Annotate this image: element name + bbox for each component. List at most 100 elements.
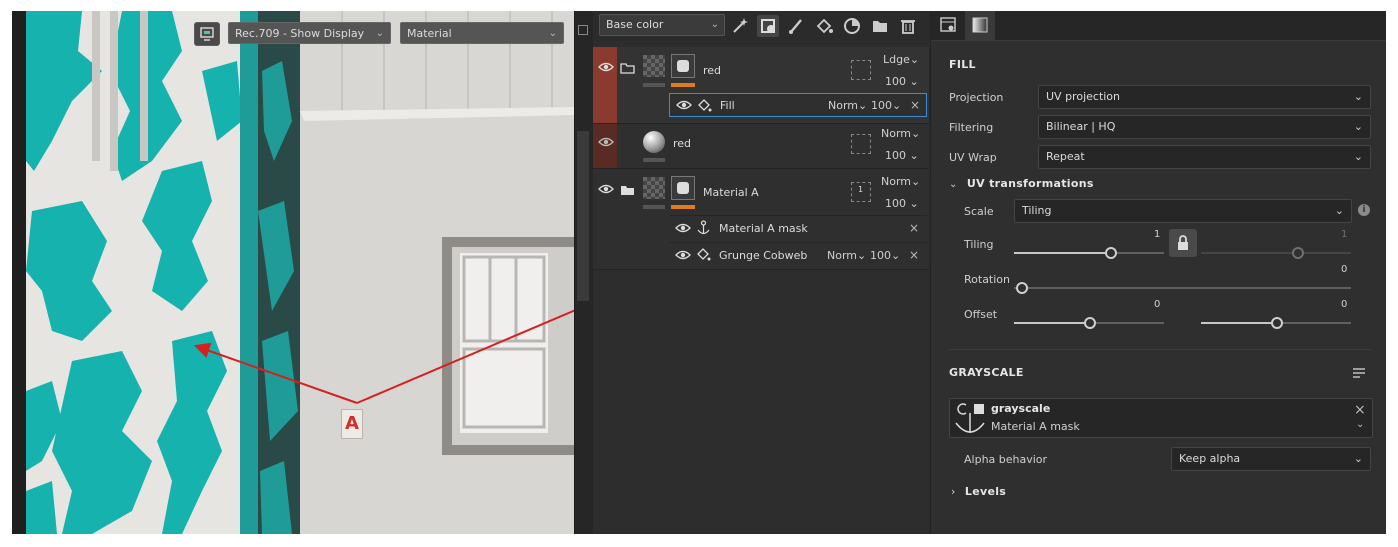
- grayscale-resource-source: Material A mask: [991, 420, 1080, 433]
- smart-mask-icon[interactable]: [757, 15, 779, 37]
- levels-toggle[interactable]: › Levels: [951, 485, 1006, 498]
- offset-u-slider-fill: [1014, 322, 1089, 324]
- display-settings-icon[interactable]: [194, 22, 220, 46]
- close-icon[interactable]: ×: [1354, 402, 1366, 418]
- blend-mode-select[interactable]: Norm⌄: [827, 249, 866, 262]
- viewport-scrollbar[interactable]: [577, 131, 589, 301]
- properties-tabs: [931, 11, 1386, 41]
- chevron-down-icon: ⌄: [949, 179, 958, 190]
- trash-icon[interactable]: [897, 15, 919, 37]
- rotation-value[interactable]: 0: [1341, 264, 1347, 275]
- offset-v-slider-handle[interactable]: [1271, 317, 1283, 329]
- mask-thumbnail[interactable]: [671, 176, 695, 200]
- chevron-down-icon: ⌄: [375, 28, 384, 39]
- rotation-slider-track[interactable]: [1014, 287, 1351, 289]
- layer-color-bar: [643, 83, 665, 87]
- blend-mode-select[interactable]: Norm⌄: [881, 127, 920, 140]
- effect-row-fill[interactable]: Fill Norm⌄ 100⌄ ×: [669, 93, 927, 117]
- paint-brush-icon[interactable]: [785, 15, 807, 37]
- mask-active-indicator: [671, 205, 695, 209]
- layer-color-bar: [643, 205, 665, 209]
- layers-panel: Base color ⌄ red Ldge⌄ 100 ⌄ Fill Norm⌄ …: [593, 11, 929, 534]
- color-selection-icon[interactable]: [841, 15, 863, 37]
- tiling-slider-handle[interactable]: [1105, 247, 1117, 259]
- offset-u-slider-handle[interactable]: [1084, 317, 1096, 329]
- offset-v-value[interactable]: 0: [1341, 299, 1347, 310]
- layers-empty-area: [593, 270, 929, 534]
- tab-properties[interactable]: [965, 11, 995, 40]
- chevron-right-icon: ›: [951, 485, 956, 498]
- alpha-behavior-label: Alpha behavior: [964, 453, 1048, 466]
- mask-thumbnail[interactable]: [671, 54, 695, 78]
- close-icon[interactable]: ×: [909, 221, 919, 235]
- chevron-down-icon: ⌄: [909, 149, 919, 162]
- chevron-down-icon: ⌄: [911, 127, 921, 140]
- eye-icon[interactable]: [598, 136, 614, 148]
- opacity-field[interactable]: 100⌄: [870, 249, 900, 262]
- uv-transformations-toggle[interactable]: ⌄ UV transformations: [949, 177, 1093, 190]
- layer-name: Material A: [703, 186, 759, 199]
- eye-icon[interactable]: [598, 61, 614, 73]
- blend-mode-value: Norm: [827, 249, 858, 262]
- eye-icon[interactable]: [675, 249, 691, 261]
- filtering-select[interactable]: Bilinear | HQ ⌄: [1038, 115, 1371, 139]
- eye-icon[interactable]: [598, 183, 614, 195]
- blend-mode-select[interactable]: Norm⌄: [828, 99, 867, 112]
- rotation-slider-handle[interactable]: [1016, 282, 1028, 294]
- opacity-field[interactable]: 100 ⌄: [885, 149, 919, 162]
- 3d-viewport[interactable]: Rec.709 - Show Display ⌄ Material ⌄ A: [12, 11, 574, 534]
- layer-row-red-2[interactable]: red Norm⌄ 100 ⌄: [593, 124, 929, 169]
- effect-name: Fill: [720, 99, 735, 112]
- layer-row-material-a[interactable]: Material A 1 Norm⌄ 100 ⌄ Material A mask…: [593, 169, 929, 270]
- scale-select[interactable]: Tiling ⌄: [1014, 199, 1352, 223]
- colorspace-select-value: Rec.709 - Show Display: [235, 27, 365, 40]
- layer-row-red-1[interactable]: red Ldge⌄ 100 ⌄ Fill Norm⌄ 100⌄ ×: [593, 47, 929, 124]
- layer-mask-slot[interactable]: [851, 134, 871, 154]
- offset-v-slider-fill: [1201, 322, 1276, 324]
- magic-wand-icon[interactable]: [729, 15, 751, 37]
- offset-u-value[interactable]: 0: [1154, 299, 1160, 310]
- eye-icon[interactable]: [676, 99, 692, 111]
- eye-icon[interactable]: [675, 222, 691, 234]
- display-mode-select[interactable]: Material ⌄: [400, 22, 564, 44]
- tab-texture-set-settings[interactable]: [933, 11, 963, 40]
- properties-panel: FILL Projection UV projection ⌄ Filterin…: [930, 11, 1386, 534]
- blend-mode-value: Norm: [881, 175, 912, 188]
- opacity-field[interactable]: 100 ⌄: [885, 75, 919, 88]
- opacity-field[interactable]: 100 ⌄: [885, 197, 919, 210]
- folder-open-icon[interactable]: [620, 62, 636, 75]
- layer-mask-slot[interactable]: 1: [851, 182, 871, 202]
- channel-select[interactable]: Base color ⌄: [599, 14, 725, 36]
- tiling-value[interactable]: 1: [1154, 229, 1160, 240]
- blend-mode-select[interactable]: Norm⌄: [881, 175, 920, 188]
- chevron-down-icon[interactable]: ⌄: [1356, 419, 1364, 430]
- grayscale-resource-name: grayscale: [991, 402, 1051, 415]
- uv-wrap-label: UV Wrap: [949, 151, 997, 164]
- alpha-behavior-select[interactable]: Keep alpha ⌄: [1171, 447, 1371, 471]
- tiling-slider-fill: [1014, 252, 1110, 254]
- lock-ratio-button[interactable]: [1169, 229, 1197, 257]
- effect-row-grunge-cobweb[interactable]: Grunge Cobweb Norm⌄ 100⌄ ×: [669, 242, 927, 267]
- list-menu-icon[interactable]: [1351, 366, 1367, 380]
- grayscale-section-title: GRAYSCALE: [949, 366, 1024, 379]
- filtering-label: Filtering: [949, 121, 994, 134]
- chevron-down-icon: ⌄: [1353, 452, 1363, 465]
- chevron-down-icon: ⌄: [909, 75, 919, 88]
- close-icon[interactable]: ×: [910, 98, 920, 112]
- grayscale-source-slot[interactable]: grayscale Material A mask × ⌄: [949, 398, 1373, 438]
- folder-icon[interactable]: [869, 15, 891, 37]
- uv-transformations-title: UV transformations: [966, 177, 1094, 190]
- projection-select[interactable]: UV projection ⌄: [1038, 85, 1371, 109]
- uv-wrap-select[interactable]: Repeat ⌄: [1038, 145, 1371, 169]
- info-icon[interactable]: i: [1358, 204, 1370, 216]
- colorspace-select[interactable]: Rec.709 - Show Display ⌄: [228, 22, 391, 44]
- effect-row-anchor[interactable]: Material A mask ×: [669, 215, 927, 240]
- blend-mode-select[interactable]: Ldge⌄: [883, 53, 919, 66]
- offset-label: Offset: [964, 308, 998, 321]
- dock-icon[interactable]: [578, 25, 588, 35]
- close-icon[interactable]: ×: [909, 248, 919, 262]
- folder-icon[interactable]: [620, 184, 636, 197]
- fill-bucket-icon[interactable]: [813, 15, 835, 37]
- layer-mask-slot[interactable]: [851, 60, 871, 80]
- opacity-field[interactable]: 100⌄: [871, 99, 901, 112]
